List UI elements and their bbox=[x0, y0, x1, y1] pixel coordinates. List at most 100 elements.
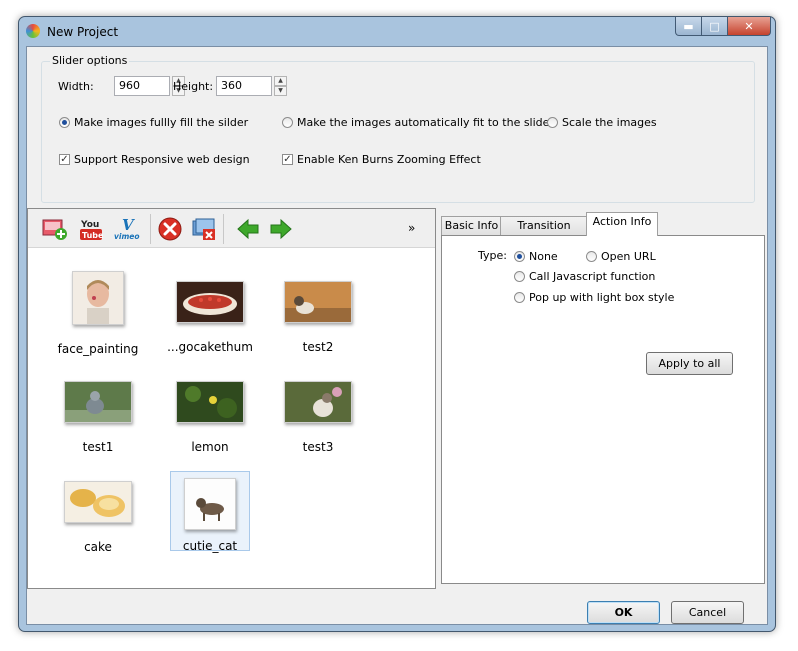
image-thumb-test2[interactable]: test2 bbox=[274, 281, 362, 354]
radio-fill-images[interactable]: Make images fullly fill the silder bbox=[59, 116, 248, 129]
slider-options-legend: Slider options bbox=[50, 54, 130, 67]
add-image-button[interactable] bbox=[42, 217, 68, 241]
properties-panel: Basic Info Transition Effect Action Info… bbox=[437, 208, 767, 589]
radio-fit-images[interactable]: Make the images automatically fit to the… bbox=[282, 116, 554, 129]
minimize-button[interactable]: ▬ bbox=[675, 17, 702, 36]
width-input[interactable]: 960 bbox=[114, 76, 170, 96]
image-thumb-cutie-cat[interactable]: cutie_cat bbox=[170, 471, 250, 553]
radio-fit-label: Make the images automatically fit to the… bbox=[297, 116, 554, 129]
checkbox-kenburns-label: Enable Ken Burns Zooming Effect bbox=[297, 153, 481, 166]
toolbar-separator bbox=[150, 214, 151, 244]
radio-action-javascript[interactable]: Call Javascript function bbox=[514, 270, 655, 283]
window-controls: ▬ □ ✕ bbox=[675, 17, 771, 36]
close-button[interactable]: ✕ bbox=[728, 17, 771, 36]
dialog-body: Slider options Width: 960 ▲ ▼ Height: 360… bbox=[26, 46, 768, 625]
thumb-caption: cutie_cat bbox=[182, 539, 238, 553]
height-down-icon[interactable]: ▼ bbox=[274, 86, 287, 96]
radio-indicator bbox=[514, 271, 525, 282]
ok-button[interactable]: OK bbox=[587, 601, 660, 624]
delete-icon bbox=[158, 217, 182, 241]
thumbnail-image bbox=[284, 381, 352, 423]
app-logo-icon bbox=[26, 24, 40, 38]
add-youtube-button[interactable]: You Tube bbox=[79, 217, 104, 241]
slider-options-group: Slider options Width: 960 ▲ ▼ Height: 360… bbox=[41, 54, 755, 203]
youtube-top-text: You bbox=[80, 220, 99, 230]
thumbnail-image bbox=[64, 481, 132, 523]
vimeo-text: vimeo bbox=[114, 232, 140, 241]
maximize-icon: □ bbox=[709, 19, 720, 33]
vimeo-icon: V vimeo bbox=[114, 216, 140, 241]
remove-all-button[interactable] bbox=[191, 217, 217, 241]
cancel-button[interactable]: Cancel bbox=[671, 601, 744, 624]
thumbnail-image bbox=[64, 381, 132, 423]
checkbox-checked-icon: ✓ bbox=[59, 154, 70, 165]
checkbox-responsive-label: Support Responsive web design bbox=[74, 153, 250, 166]
thumb-caption: lemon bbox=[191, 440, 229, 454]
add-vimeo-button[interactable]: V vimeo bbox=[113, 216, 145, 241]
radio-indicator bbox=[547, 117, 558, 128]
radio-scale-label: Scale the images bbox=[562, 116, 657, 129]
tab-basic-info[interactable]: Basic Info bbox=[441, 216, 502, 235]
radio-fill-label: Make images fullly fill the silder bbox=[74, 116, 249, 129]
radio-action-lightbox[interactable]: Pop up with light box style bbox=[514, 291, 674, 304]
minimize-icon: ▬ bbox=[683, 19, 694, 33]
radio-indicator bbox=[514, 251, 525, 262]
radio-none-label: None bbox=[529, 250, 558, 263]
image-thumb-lemon[interactable]: lemon bbox=[166, 381, 254, 454]
image-thumb-face-painting[interactable]: face_painting bbox=[54, 271, 142, 356]
title-bar[interactable]: New Project ▬ □ ✕ bbox=[19, 17, 775, 47]
maximize-button[interactable]: □ bbox=[702, 17, 728, 36]
thumbnail-image bbox=[176, 281, 244, 323]
height-spinner: 360 ▲ ▼ bbox=[216, 76, 287, 96]
dialog-footer: OK Cancel bbox=[27, 589, 767, 624]
thumb-caption: cake bbox=[84, 540, 112, 554]
height-input[interactable]: 360 bbox=[216, 76, 272, 96]
delete-image-button[interactable] bbox=[158, 217, 182, 241]
project-window: New Project ▬ □ ✕ Slider options Width: … bbox=[18, 16, 776, 632]
image-list-panel: You Tube V vimeo » face_painting ...goca… bbox=[27, 208, 436, 589]
thumbnail-image bbox=[284, 281, 352, 323]
image-thumb-test1[interactable]: test1 bbox=[54, 381, 142, 454]
image-thumb-cake-1[interactable]: ...gocakethum bbox=[166, 281, 254, 354]
width-label: Width: bbox=[58, 80, 94, 93]
apply-to-all-button[interactable]: Apply to all bbox=[646, 352, 733, 375]
thumb-caption: face_painting bbox=[57, 342, 139, 356]
height-up-icon[interactable]: ▲ bbox=[274, 76, 287, 86]
radio-indicator bbox=[586, 251, 597, 262]
thumbnail-image bbox=[184, 478, 236, 530]
thumbnail-image bbox=[176, 381, 244, 423]
thumb-caption: ...gocakethum bbox=[167, 340, 253, 354]
thumb-caption: test1 bbox=[82, 440, 114, 454]
tab-action-info[interactable]: Action Info bbox=[586, 212, 658, 236]
toolbar-separator bbox=[223, 214, 224, 244]
thumb-caption: test3 bbox=[302, 440, 334, 454]
toolbar-overflow-button[interactable]: » bbox=[408, 221, 422, 245]
checkbox-checked-icon: ✓ bbox=[282, 154, 293, 165]
radio-javascript-label: Call Javascript function bbox=[529, 270, 656, 283]
radio-scale-images[interactable]: Scale the images bbox=[547, 116, 657, 129]
radio-indicator bbox=[514, 292, 525, 303]
checkbox-kenburns[interactable]: ✓ Enable Ken Burns Zooming Effect bbox=[282, 153, 481, 166]
height-label: Height: bbox=[173, 80, 214, 93]
move-right-button[interactable] bbox=[269, 217, 293, 241]
checkbox-responsive[interactable]: ✓ Support Responsive web design bbox=[59, 153, 250, 166]
radio-action-none[interactable]: None bbox=[514, 250, 558, 263]
radio-lightbox-label: Pop up with light box style bbox=[529, 291, 675, 304]
overflow-chevron-icon: » bbox=[408, 221, 416, 235]
move-right-icon bbox=[270, 218, 292, 240]
radio-action-open-url[interactable]: Open URL bbox=[586, 250, 656, 263]
move-left-button[interactable] bbox=[236, 217, 260, 241]
move-left-icon bbox=[237, 218, 259, 240]
window-title: New Project bbox=[47, 25, 119, 39]
image-toolbar: You Tube V vimeo » bbox=[28, 209, 435, 248]
radio-indicator bbox=[282, 117, 293, 128]
tab-transition-effect[interactable]: Transition Effect bbox=[500, 216, 588, 250]
thumbnail-image bbox=[72, 271, 124, 325]
radio-indicator bbox=[59, 117, 70, 128]
image-thumb-cake-2[interactable]: cake bbox=[54, 481, 142, 554]
youtube-icon: You Tube bbox=[80, 220, 104, 240]
close-icon: ✕ bbox=[744, 19, 754, 33]
youtube-bottom-text: Tube bbox=[82, 231, 103, 240]
image-thumb-test3[interactable]: test3 bbox=[274, 381, 362, 454]
type-label: Type: bbox=[478, 249, 507, 262]
